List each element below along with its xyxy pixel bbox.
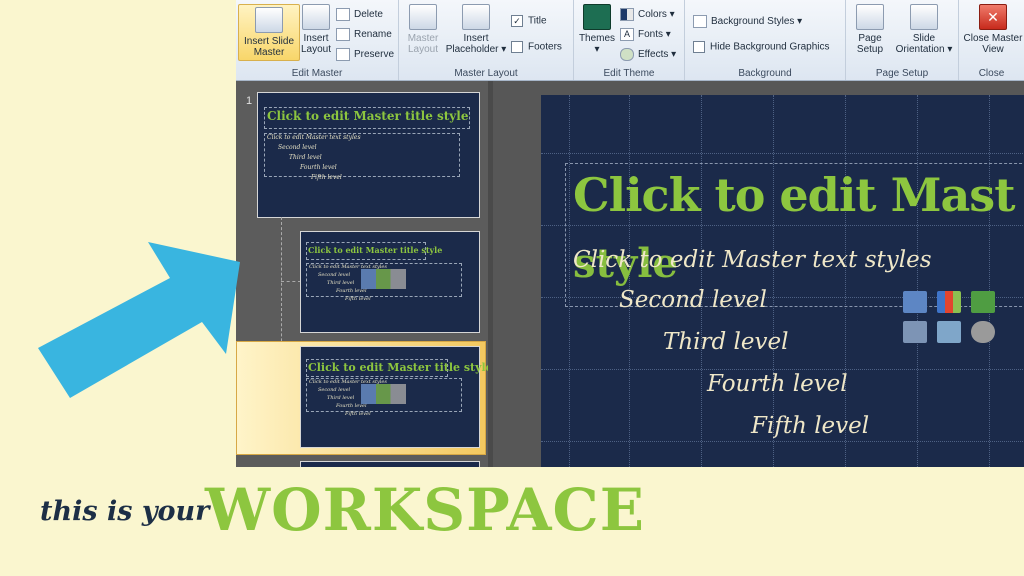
group-master-layout: Master Layout Insert Placeholder ▾ ✓ Titl… [399, 0, 574, 80]
group-background: Background Styles ▾ Hide Background Grap… [685, 0, 846, 80]
layout-thumbnail[interactable]: Click to edit Master title style Click t… [300, 231, 480, 333]
group-edit-master: Insert Slide Master Insert Layout Delete… [236, 0, 399, 80]
arrow-icon [38, 242, 240, 398]
insert-smartart-icon[interactable] [971, 291, 995, 313]
group-page-setup: Page Setup Slide Orientation ▾ Page Setu… [846, 0, 959, 80]
group-label-edit-theme: Edit Theme [603, 68, 655, 79]
group-label-master-layout: Master Layout [454, 68, 518, 79]
layout-icon [302, 4, 330, 30]
slide-orientation-button[interactable]: Slide Orientation ▾ [892, 4, 956, 55]
insert-table-icon[interactable] [903, 291, 927, 313]
slide-thumbnails-pane[interactable]: 1 Click to edit Master title style Click… [236, 81, 493, 467]
orientation-icon [910, 4, 938, 30]
text-level-5[interactable]: Fifth level [751, 413, 869, 439]
master-slide-canvas[interactable]: Click to edit Mast style Click to edit M… [541, 95, 1024, 467]
effects-icon [620, 48, 634, 61]
check-icon: ✓ [511, 15, 523, 27]
delete-button[interactable]: Delete [336, 8, 383, 21]
preserve-icon [336, 48, 350, 61]
master-layout-button[interactable]: Master Layout [403, 4, 443, 55]
fonts-icon: A [620, 28, 634, 41]
rename-button[interactable]: Rename [336, 28, 392, 41]
slide-master-icon [255, 7, 283, 33]
master-layout-icon [409, 4, 437, 30]
footers-checkbox[interactable]: Footers [511, 41, 562, 53]
insert-slide-master-button[interactable]: Insert Slide Master [238, 4, 300, 61]
text-level-3[interactable]: Third level [663, 329, 788, 355]
ribbon: Insert Slide Master Insert Layout Delete… [236, 0, 1024, 81]
hide-background-graphics-checkbox[interactable]: Hide Background Graphics [693, 41, 830, 53]
fonts-button[interactable]: A Fonts ▾ [620, 28, 671, 41]
insert-chart-icon[interactable] [937, 291, 961, 313]
group-label-page-setup: Page Setup [875, 68, 929, 79]
colors-icon [620, 8, 634, 21]
preserve-button[interactable]: Preserve [336, 48, 394, 61]
delete-icon [336, 8, 350, 21]
next-layout-thumbnail[interactable] [300, 461, 480, 467]
insert-clipart-icon[interactable] [937, 321, 961, 343]
master-title-placeholder[interactable]: Click to edit Mast [573, 165, 1015, 225]
rename-icon [336, 28, 350, 41]
caption-emphasis: WORKSPACE [205, 476, 645, 544]
placeholder-icon [462, 4, 490, 30]
themes-icon [583, 4, 611, 30]
group-close: ✕ Close Master View Close [959, 0, 1024, 80]
group-label-background: Background [738, 68, 792, 79]
insert-layout-button[interactable]: Insert Layout [298, 4, 334, 55]
background-styles-icon [693, 15, 707, 28]
slide-editing-area[interactable]: Click to edit Mast style Click to edit M… [493, 81, 1024, 467]
close-icon: ✕ [979, 4, 1007, 30]
slide-master-thumbnail[interactable]: Click to edit Master title style Click t… [257, 92, 480, 218]
background-styles-button[interactable]: Background Styles ▾ [693, 15, 802, 28]
effects-button[interactable]: Effects ▾ [620, 48, 676, 61]
title-checkbox[interactable]: ✓ Title [511, 15, 547, 27]
page-setup-icon [856, 4, 884, 30]
group-label-edit-master: Edit Master [291, 68, 343, 79]
colors-button[interactable]: Colors ▾ [620, 8, 675, 21]
powerpoint-screenshot: Insert Slide Master Insert Layout Delete… [236, 0, 1024, 467]
insert-placeholder-button[interactable]: Insert Placeholder ▾ [445, 4, 507, 55]
themes-button[interactable]: Themes ▾ [577, 4, 617, 55]
close-master-view-button[interactable]: ✕ Close Master View [963, 4, 1023, 55]
slide-number: 1 [246, 95, 253, 107]
thumbnail-title: Click to edit Master title style [267, 109, 469, 123]
group-label-close: Close [978, 68, 1005, 79]
insert-media-icon[interactable] [971, 321, 995, 343]
content-icons [361, 269, 406, 289]
selected-layout-thumbnail[interactable]: Click to edit Master title style Click t… [300, 346, 493, 448]
page-setup-button[interactable]: Page Setup [850, 4, 890, 55]
caption-lead: this is your [40, 496, 210, 527]
text-level-2[interactable]: Second level [619, 287, 767, 313]
text-level-4[interactable]: Fourth level [707, 371, 848, 397]
group-edit-theme: Themes ▾ Colors ▾ A Fonts ▾ Effects ▾ Edi… [574, 0, 685, 80]
insert-picture-icon[interactable] [903, 321, 927, 343]
text-level-1[interactable]: Click to edit Master text styles [573, 247, 932, 273]
content-icons [361, 384, 406, 404]
